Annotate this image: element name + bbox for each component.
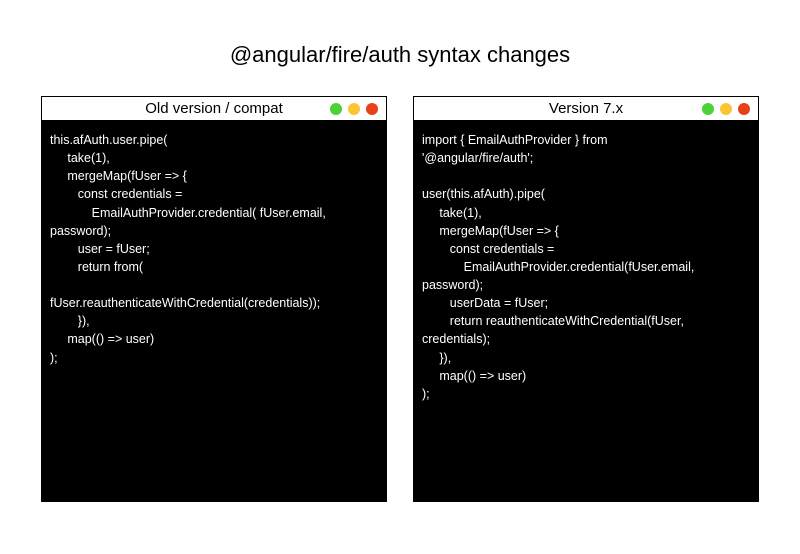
yellow-light-icon <box>720 103 732 115</box>
red-light-icon <box>738 103 750 115</box>
red-light-icon <box>366 103 378 115</box>
traffic-lights-right <box>702 103 750 115</box>
panels-container: Old version / compat this.afAuth.user.pi… <box>0 96 800 502</box>
code-block-left: this.afAuth.user.pipe( take(1), mergeMap… <box>42 121 386 501</box>
panel-header-left: Old version / compat <box>42 97 386 121</box>
panel-new-version: Version 7.x import { EmailAuthProvider }… <box>413 96 759 502</box>
panel-title-right: Version 7.x <box>549 100 623 117</box>
panel-title-left: Old version / compat <box>145 100 283 117</box>
page-title: @angular/fire/auth syntax changes <box>0 0 800 96</box>
traffic-lights-left <box>330 103 378 115</box>
yellow-light-icon <box>348 103 360 115</box>
panel-old-version: Old version / compat this.afAuth.user.pi… <box>41 96 387 502</box>
green-light-icon <box>330 103 342 115</box>
green-light-icon <box>702 103 714 115</box>
panel-header-right: Version 7.x <box>414 97 758 121</box>
code-block-right: import { EmailAuthProvider } from '@angu… <box>414 121 758 501</box>
